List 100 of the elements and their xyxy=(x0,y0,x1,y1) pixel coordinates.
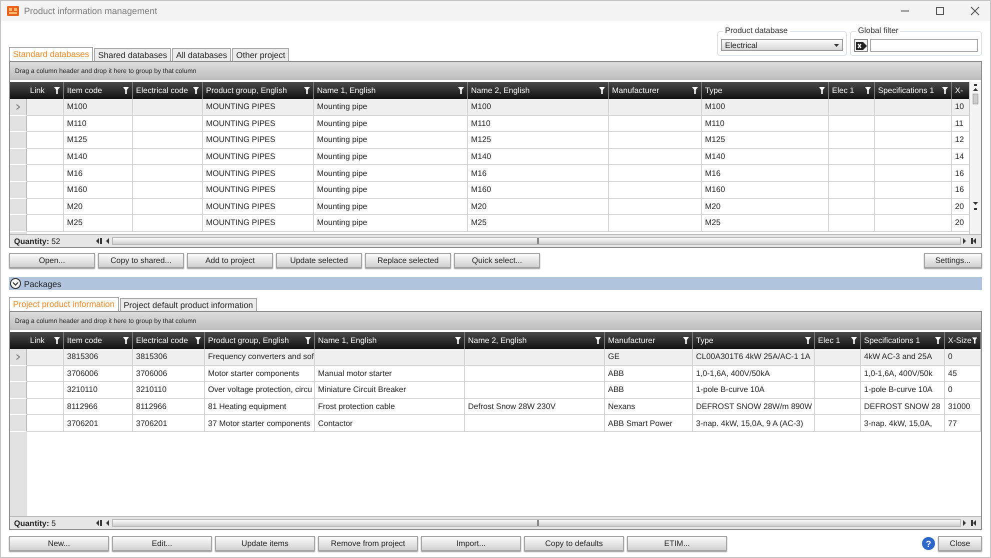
table-cell: 3706201 xyxy=(133,415,205,432)
scroll-right-icon[interactable] xyxy=(963,520,977,526)
table-cell xyxy=(133,215,203,232)
grid-action-button[interactable]: Quick select... xyxy=(454,253,540,268)
expand-icon[interactable] xyxy=(10,278,21,289)
filter-icon[interactable] xyxy=(972,337,977,344)
database-tab[interactable]: Shared databases xyxy=(94,48,172,61)
window-title: Product information management xyxy=(24,6,158,16)
table-cell: 3-nap. 4kW, 15,0A, xyxy=(861,415,945,432)
project-action-button[interactable]: Update items xyxy=(215,536,315,551)
filter-icon[interactable] xyxy=(819,87,825,94)
filter-icon[interactable] xyxy=(123,337,129,344)
scroll-left-icon[interactable] xyxy=(96,520,110,526)
product-database-dropdown[interactable]: Electrical xyxy=(721,39,843,51)
table-cell: M25 xyxy=(64,215,133,232)
quantity-label: Quantity: 5 xyxy=(13,518,57,528)
scrollbar-thumb[interactable] xyxy=(536,520,538,526)
table-cell: MOUNTING PIPES xyxy=(203,215,314,232)
filter-icon[interactable] xyxy=(193,87,199,94)
current-row-icon xyxy=(16,104,20,110)
table-cell: 37 Motor starter components xyxy=(205,415,315,432)
table-row[interactable]: M25 MOUNTING PIPES Mounting pipe M25 M25 20 xyxy=(10,215,969,232)
close-button[interactable]: Close xyxy=(938,536,982,551)
project-action-button[interactable]: New... xyxy=(9,536,109,551)
filter-icon[interactable] xyxy=(595,337,601,344)
table-row[interactable]: 3706201 3706201 37 Motor starter components Contactor ABB Smart Power 3-nap. 4kW, 15,0A, 9 A (AC-3) 3-nap. 4kW, 15,0A, 77 xyxy=(10,415,981,432)
table-cell xyxy=(815,415,861,432)
packages-label: Packages xyxy=(24,278,62,288)
table-row[interactable]: M100 MOUNTING PIPES Mounting pipe M100 M100 10 xyxy=(10,99,969,116)
table-row[interactable]: M20 MOUNTING PIPES Mounting pipe M20 M20 20 xyxy=(10,198,969,216)
settings-button[interactable]: Settings... xyxy=(924,253,982,268)
help-button[interactable]: ? xyxy=(922,537,935,550)
filter-icon[interactable] xyxy=(54,87,60,94)
table-row[interactable]: M16 MOUNTING PIPES Mounting pipe M16 M16 16 xyxy=(10,165,969,182)
clear-filter-icon[interactable] xyxy=(854,39,868,52)
app-icon xyxy=(7,5,19,17)
project-action-button[interactable]: ETIM... xyxy=(627,536,727,551)
project-action-button[interactable]: Import... xyxy=(421,536,521,551)
table-cell: Contactor xyxy=(315,415,465,432)
filter-icon[interactable] xyxy=(805,337,811,344)
filter-icon[interactable] xyxy=(54,337,60,344)
table-cell xyxy=(829,215,875,232)
filter-icon[interactable] xyxy=(851,337,857,344)
grid-action-button[interactable]: Add to project xyxy=(187,253,273,268)
table-row[interactable]: M110 MOUNTING PIPES Mounting pipe M110 M110 11 xyxy=(10,116,969,132)
filter-icon[interactable] xyxy=(455,337,461,344)
filter-icon[interactable] xyxy=(692,87,698,94)
scroll-right-icon[interactable] xyxy=(963,238,977,244)
close-icon[interactable] xyxy=(970,6,980,16)
table-cell: ABB Smart Power xyxy=(605,415,693,432)
filter-icon[interactable] xyxy=(305,337,311,344)
table-cell: 3706201 xyxy=(64,415,133,432)
filter-icon[interactable] xyxy=(304,87,310,94)
project-action-button[interactable]: Copy to defaults xyxy=(524,536,624,551)
filter-icon[interactable] xyxy=(195,337,201,344)
table-row[interactable]: 3210110 3210110 Over voltage protection, circu Miniature Circuit Breaker ABB 1-pole B-curve 10A 1-pole B-curve 10A 0 xyxy=(10,382,981,399)
database-tab[interactable]: Other project xyxy=(232,48,290,61)
filter-icon[interactable] xyxy=(942,87,948,94)
dropdown-arrow-icon[interactable] xyxy=(834,44,839,46)
quantity-label: Quantity: 52 xyxy=(13,236,62,246)
table-cell xyxy=(27,415,64,432)
table-cell xyxy=(27,215,64,232)
packages-bar[interactable]: Packages xyxy=(9,277,982,290)
table-row[interactable]: 3815306 3815306 Frequency converters and sof GE CL00A301T6 4kW 25A/AC-1 1A 4kW AC-3 and 25A 0 xyxy=(10,349,981,366)
filter-icon[interactable] xyxy=(865,87,871,94)
grid-action-button[interactable]: Open... xyxy=(9,253,95,268)
filter-icon[interactable] xyxy=(683,337,689,344)
database-tab[interactable]: All databases xyxy=(172,48,232,61)
table-row[interactable]: M140 MOUNTING PIPES Mounting pipe M140 M140 14 xyxy=(10,148,969,166)
table-cell: 77 xyxy=(945,415,981,432)
grid-action-button[interactable]: Update selected xyxy=(276,253,362,268)
table-row[interactable]: M125 MOUNTING PIPES Mounting pipe M125 M125 12 xyxy=(10,132,969,149)
scrollbar-track[interactable] xyxy=(112,519,961,527)
table-row[interactable]: 8112966 8112966 81 Heating equipment Frost protection cable Defrost Snow 28W 230V Nexans DEFROST SNOW 28W/m 890W DEFROST SNOW 28 31000 xyxy=(10,398,981,416)
global-filter-field[interactable] xyxy=(870,39,978,52)
scrollbar-track[interactable] xyxy=(112,237,961,245)
project-action-button[interactable]: Edit... xyxy=(112,536,212,551)
current-row-icon xyxy=(16,354,20,360)
project-action-button[interactable]: Remove from project xyxy=(318,536,418,551)
product-database-label: Product database xyxy=(723,26,790,35)
table-row[interactable]: 3706006 3706006 Motor starter components Manual motor starter ABB 1,0-1,6A, 400V/50kA 1,0-1,6A, 400V/50k 45 xyxy=(10,366,981,382)
grid-action-button[interactable]: Replace selected xyxy=(365,253,451,268)
table-cell: Mounting pipe xyxy=(314,215,468,232)
table-cell: M25 xyxy=(468,215,609,232)
grid-action-button[interactable]: Copy to shared... xyxy=(98,253,184,268)
row-header[interactable] xyxy=(10,99,27,116)
scrollbar-thumb[interactable] xyxy=(536,238,538,244)
table-cell: M25 xyxy=(702,215,829,232)
row-header[interactable] xyxy=(10,349,27,366)
filter-icon[interactable] xyxy=(458,87,464,94)
vertical-scrollbar[interactable] xyxy=(969,82,981,234)
filter-icon[interactable] xyxy=(599,87,605,94)
project-tab[interactable]: Project default product information xyxy=(120,298,258,311)
maximize-icon[interactable] xyxy=(935,6,945,16)
filter-icon[interactable] xyxy=(935,337,941,344)
table-row[interactable]: M160 MOUNTING PIPES Mounting pipe M160 M160 16 xyxy=(10,182,969,199)
table-cell: 3-nap. 4kW, 15,0A, 9 A (AC-3) xyxy=(693,415,815,432)
filter-icon[interactable] xyxy=(123,87,129,94)
scroll-left-icon[interactable] xyxy=(96,238,110,244)
global-filter-label: Global filter xyxy=(856,26,900,35)
